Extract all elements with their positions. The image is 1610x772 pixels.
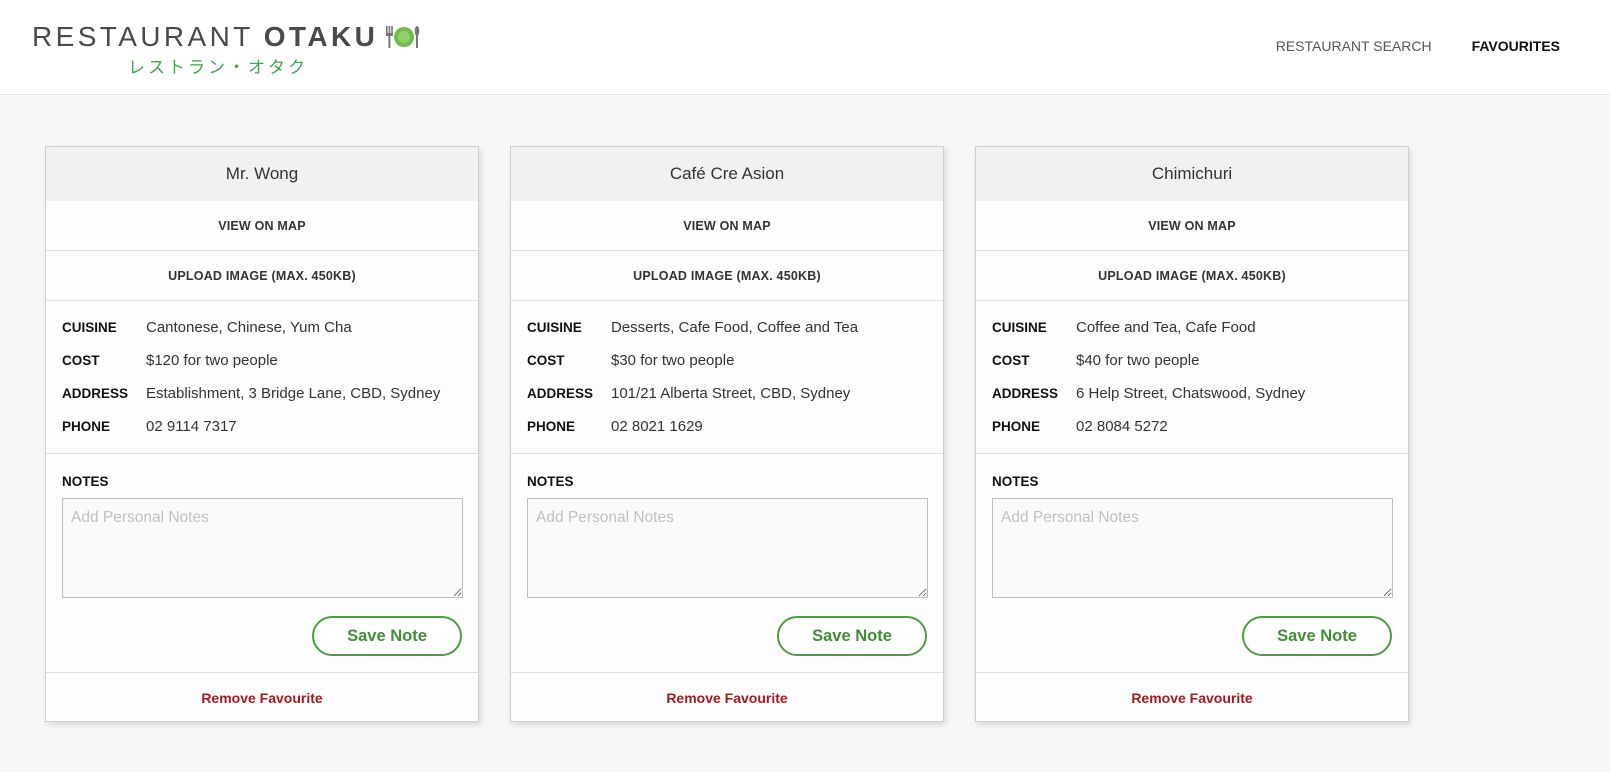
cost-row: COST $30 for two people (527, 352, 927, 385)
notes-textarea[interactable] (527, 498, 928, 598)
cost-label: COST (992, 353, 1030, 368)
upload-image-button[interactable]: UPLOAD IMAGE (MAX. 450KB) (46, 251, 478, 301)
site-header: RESTAURANT OTAKU レストラン・オタク RESTAURANT SE… (0, 0, 1610, 95)
restaurant-details: CUISINE Desserts, Cafe Food, Coffee and … (511, 301, 943, 454)
cost-value: $120 for two people (146, 352, 278, 369)
notes-textarea[interactable] (62, 498, 463, 598)
address-label: ADDRESS (992, 386, 1059, 401)
phone-value: 02 8084 5272 (1076, 418, 1168, 435)
nav-restaurant-search[interactable]: RESTAURANT SEARCH (1276, 38, 1432, 54)
address-row: ADDRESS 6 Help Street, Chatswood, Sydney (992, 385, 1392, 418)
save-note-button[interactable]: Save Note (312, 616, 462, 656)
cost-value: $30 for two people (611, 352, 735, 369)
cuisine-value: Coffee and Tea, Cafe Food (1076, 319, 1256, 336)
notes-section: NOTES Save Note (976, 454, 1408, 673)
restaurant-name: Chimichuri (976, 147, 1408, 201)
cost-row: COST $40 for two people (992, 352, 1392, 385)
cuisine-row: CUISINE Coffee and Tea, Cafe Food (992, 319, 1392, 352)
address-value: Establishment, 3 Bridge Lane, CBD, Sydne… (146, 385, 441, 402)
upload-image-button[interactable]: UPLOAD IMAGE (MAX. 450KB) (511, 251, 943, 301)
favourite-card: Café Cre Asion VIEW ON MAP UPLOAD IMAGE … (510, 146, 944, 722)
phone-row: PHONE 02 8084 5272 (992, 418, 1392, 451)
save-note-button[interactable]: Save Note (1242, 616, 1392, 656)
favourites-list: Mr. Wong VIEW ON MAP UPLOAD IMAGE (MAX. … (45, 146, 1440, 722)
cost-row: COST $120 for two people (62, 352, 462, 385)
main-nav: RESTAURANT SEARCH FAVOURITES (1236, 38, 1560, 54)
phone-value: 02 9114 7317 (146, 418, 237, 435)
cuisine-label: CUISINE (992, 320, 1047, 335)
phone-value: 02 8021 1629 (611, 418, 703, 435)
notes-section: NOTES Save Note (511, 454, 943, 673)
upload-image-button[interactable]: UPLOAD IMAGE (MAX. 450KB) (976, 251, 1408, 301)
remove-favourite-button[interactable]: Remove Favourite (511, 673, 943, 723)
cuisine-label: CUISINE (527, 320, 582, 335)
nav-favourites[interactable]: FAVOURITES (1472, 38, 1560, 54)
view-on-map-button[interactable]: VIEW ON MAP (46, 201, 478, 251)
cuisine-row: CUISINE Cantonese, Chinese, Yum Cha (62, 319, 462, 352)
remove-favourite-button[interactable]: Remove Favourite (976, 673, 1408, 723)
phone-label: PHONE (527, 419, 576, 434)
favourite-card: Mr. Wong VIEW ON MAP UPLOAD IMAGE (MAX. … (45, 146, 479, 722)
address-row: ADDRESS Establishment, 3 Bridge Lane, CB… (62, 385, 462, 418)
cuisine-value: Desserts, Cafe Food, Coffee and Tea (611, 319, 859, 336)
notes-label: NOTES (62, 474, 109, 489)
restaurant-name: Café Cre Asion (511, 147, 943, 201)
phone-label: PHONE (992, 419, 1041, 434)
phone-row: PHONE 02 9114 7317 (62, 418, 462, 451)
phone-label: PHONE (62, 419, 111, 434)
view-on-map-button[interactable]: VIEW ON MAP (976, 201, 1408, 251)
remove-favourite-button[interactable]: Remove Favourite (46, 673, 478, 723)
logo-subtitle-japanese: レストラン・オタク (128, 58, 308, 77)
cuisine-row: CUISINE Desserts, Cafe Food, Coffee and … (527, 319, 927, 352)
view-on-map-button[interactable]: VIEW ON MAP (511, 201, 943, 251)
cuisine-label: CUISINE (62, 320, 117, 335)
logo-text-otaku: OTAKU (263, 21, 379, 52)
cost-value: $40 for two people (1076, 352, 1200, 369)
notes-section: NOTES Save Note (46, 454, 478, 673)
address-row: ADDRESS 101/21 Alberta Street, CBD, Sydn… (527, 385, 927, 418)
address-value: 101/21 Alberta Street, CBD, Sydney (611, 385, 851, 402)
notes-textarea[interactable] (992, 498, 1393, 598)
restaurant-otaku-logo[interactable]: RESTAURANT OTAKU レストラン・オタク (32, 22, 420, 78)
notes-label: NOTES (992, 474, 1039, 489)
restaurant-details: CUISINE Coffee and Tea, Cafe Food COST $… (976, 301, 1408, 454)
cuisine-value: Cantonese, Chinese, Yum Cha (146, 319, 352, 336)
save-note-button[interactable]: Save Note (777, 616, 927, 656)
notes-label: NOTES (527, 474, 574, 489)
address-value: 6 Help Street, Chatswood, Sydney (1076, 385, 1306, 402)
logo-text-restaurant: RESTAURANT (32, 21, 254, 52)
restaurant-details: CUISINE Cantonese, Chinese, Yum Cha COST… (46, 301, 478, 454)
restaurant-name: Mr. Wong (46, 147, 478, 201)
cost-label: COST (527, 353, 565, 368)
cost-label: COST (62, 353, 100, 368)
favourite-card: Chimichuri VIEW ON MAP UPLOAD IMAGE (MAX… (975, 146, 1409, 722)
address-label: ADDRESS (527, 386, 594, 401)
plate-cutlery-icon (384, 24, 420, 50)
address-label: ADDRESS (62, 386, 129, 401)
phone-row: PHONE 02 8021 1629 (527, 418, 927, 451)
